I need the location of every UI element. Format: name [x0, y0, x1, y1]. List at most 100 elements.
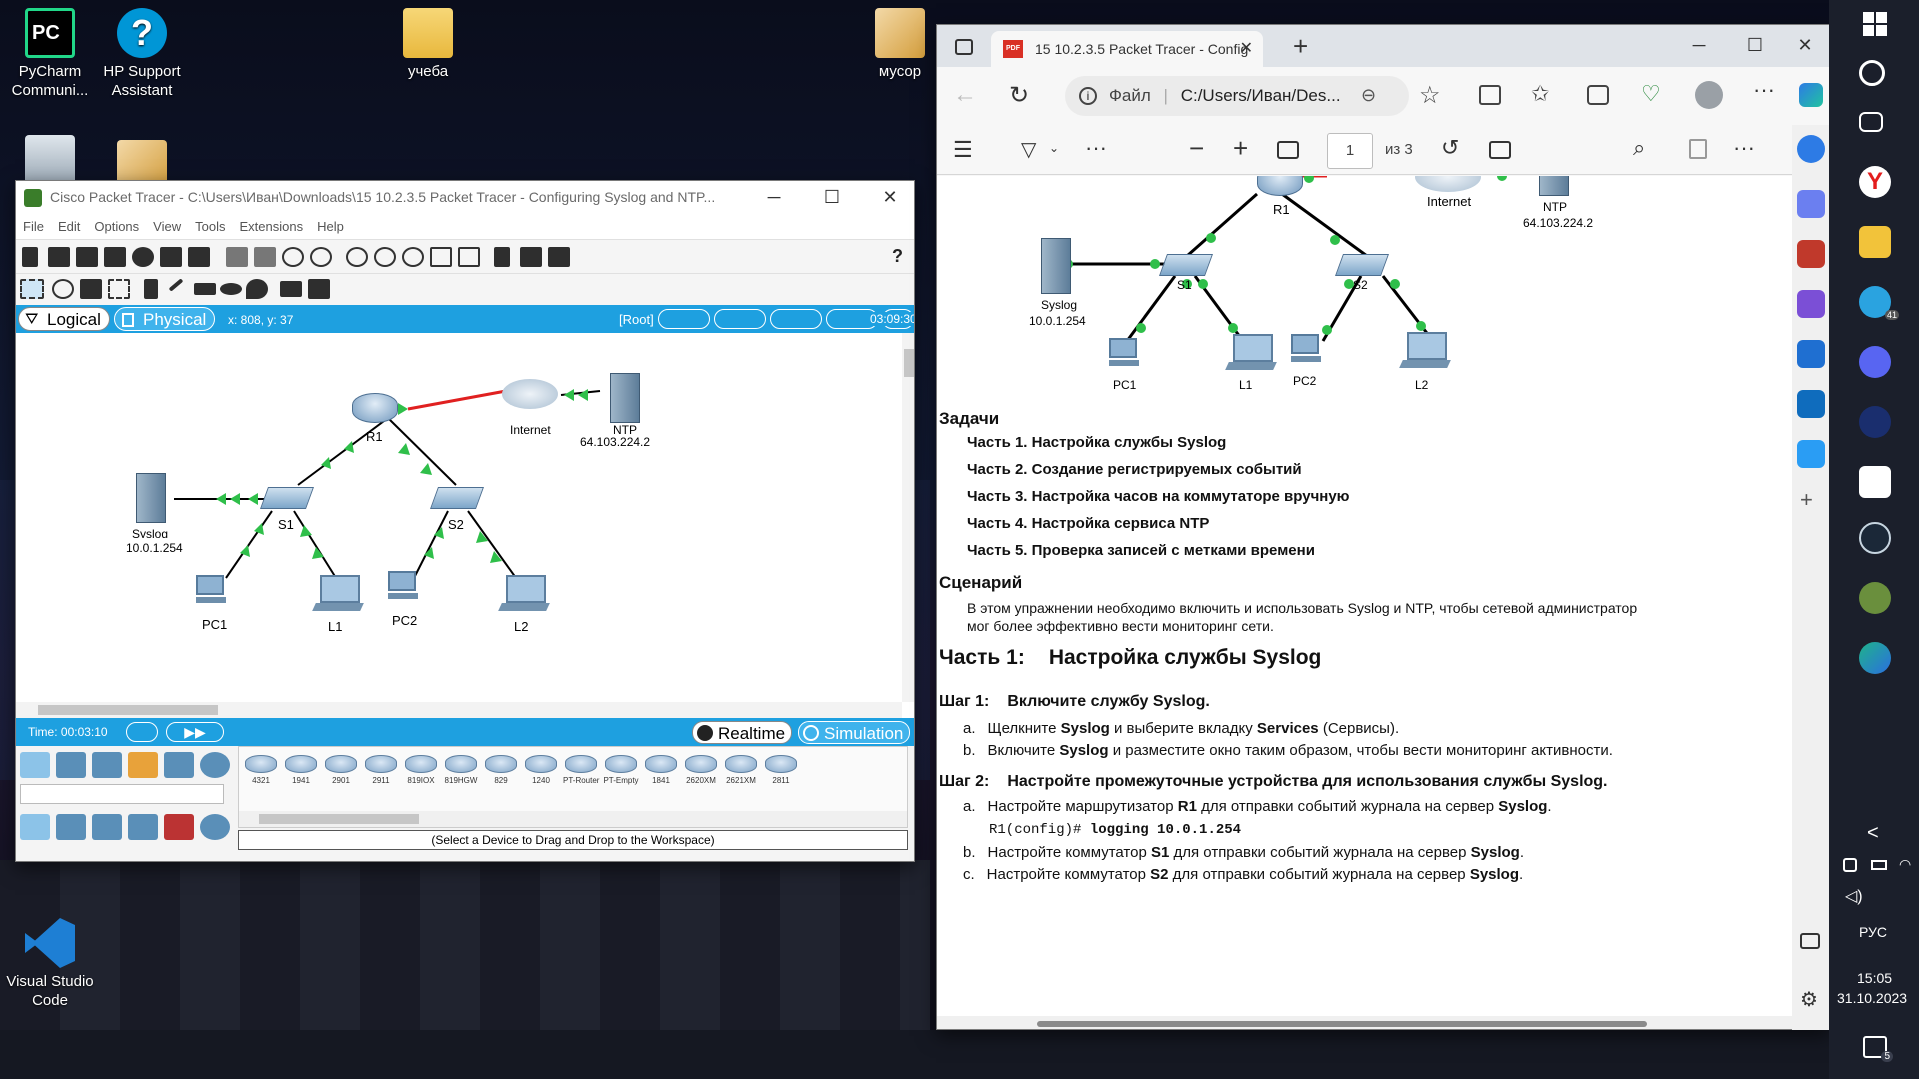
rectangle-icon[interactable] — [194, 283, 216, 295]
laptop-l1[interactable] — [312, 575, 364, 615]
settings-more-icon[interactable]: ··· — [1753, 77, 1775, 103]
laptop-l2[interactable] — [498, 575, 550, 615]
switches-subcategory-icon[interactable] — [56, 814, 86, 840]
device-model-4321[interactable]: 4321 — [243, 755, 279, 793]
redo-icon[interactable] — [310, 247, 332, 267]
internet-cloud[interactable] — [502, 379, 558, 409]
help-icon[interactable]: ? — [892, 246, 903, 267]
search-icon[interactable]: ⌕ — [1633, 135, 1645, 161]
wan-emulation-subcategory-icon[interactable] — [200, 814, 230, 840]
tab-simulation[interactable]: Simulation — [798, 721, 911, 744]
sidebar-m365-icon[interactable] — [1797, 340, 1825, 368]
tab-actions-icon[interactable] — [955, 39, 973, 55]
menu-help[interactable]: Help — [310, 215, 351, 234]
highlight-icon[interactable]: ▽ — [1021, 137, 1036, 162]
search-icon[interactable] — [1859, 60, 1885, 86]
desktop-icon-musor-folder[interactable]: мусор — [850, 8, 950, 81]
discord-icon[interactable] — [1859, 346, 1891, 378]
open-folder-icon[interactable] — [48, 247, 70, 267]
copy-icon[interactable] — [226, 247, 248, 267]
network-info-icon[interactable] — [188, 247, 210, 267]
hubs-subcategory-icon[interactable] — [92, 814, 122, 840]
tab-logical[interactable]: ⛛ Logical — [18, 307, 110, 331]
device-model-1240[interactable]: 1240 — [523, 755, 559, 793]
workspace-horizontal-scrollbar[interactable] — [16, 702, 902, 718]
pc-pc1[interactable] — [196, 575, 228, 605]
pdf-more-icon[interactable]: ··· — [1733, 135, 1755, 161]
close-button[interactable]: ✕ — [1777, 25, 1829, 65]
undo-icon[interactable] — [282, 247, 304, 267]
contents-list-icon[interactable]: ☰ — [953, 137, 973, 163]
close-button[interactable]: ✕ — [862, 181, 914, 217]
save-icon[interactable] — [76, 247, 98, 267]
place-note-icon[interactable] — [144, 279, 158, 299]
steam-icon[interactable] — [1859, 522, 1891, 554]
device-model-819iox[interactable]: 819IOX — [403, 755, 439, 793]
security-subcategory-icon[interactable] — [164, 814, 194, 840]
address-bar[interactable]: i Файл | C:/Users/Иван/Des... — [1065, 76, 1409, 116]
zoom-icon[interactable]: ⊖ — [1361, 85, 1376, 106]
page-view-icon[interactable] — [1489, 141, 1511, 159]
workspace-vertical-scrollbar[interactable] — [902, 333, 914, 702]
device-model-pt-router[interactable]: PT-Router — [563, 755, 599, 793]
minimize-button[interactable]: ─ — [746, 181, 802, 217]
info-icon[interactable]: i — [1079, 87, 1097, 105]
menu-tools[interactable]: Tools — [188, 215, 232, 234]
server-syslog[interactable] — [136, 473, 166, 523]
wireless-subcategory-icon[interactable] — [128, 814, 158, 840]
sidebar-tools-icon[interactable] — [1797, 190, 1825, 218]
draw-line-icon[interactable] — [168, 278, 184, 292]
desktop-icon-vscode[interactable]: Visual Studio Code — [0, 918, 100, 1010]
more-tools-icon[interactable]: ··· — [1085, 135, 1107, 161]
sidebar-drop-icon[interactable] — [1797, 440, 1825, 468]
scrollbar-thumb[interactable] — [259, 814, 419, 824]
device-model-2620xm[interactable]: 2620XM — [683, 755, 719, 793]
paste-icon[interactable] — [254, 247, 276, 267]
resize-shape-icon[interactable] — [108, 279, 130, 299]
new-tab-button[interactable]: + — [1293, 31, 1308, 62]
browser-essentials-icon[interactable]: ♡ — [1641, 81, 1661, 107]
menu-view[interactable]: View — [146, 215, 188, 234]
device-model-pt-empty[interactable]: PT-Empty — [603, 755, 639, 793]
scrollbar-thumb[interactable] — [1037, 1021, 1647, 1027]
browser-tab-pdf[interactable]: PDF 15 10.2.3.5 Packet Tracer - Config ✕ — [991, 31, 1263, 67]
profile-avatar[interactable] — [1695, 81, 1723, 109]
device-model-829[interactable]: 829 — [483, 755, 519, 793]
yandex-browser-icon[interactable]: Y — [1859, 166, 1891, 198]
fit-to-width-icon[interactable] — [1277, 141, 1299, 159]
favorites-icon[interactable]: ✩ — [1531, 81, 1549, 107]
menu-file[interactable]: File — [16, 215, 51, 234]
network-icon[interactable] — [1843, 858, 1857, 872]
zoom-in-button[interactable]: + — [1233, 133, 1248, 164]
sidebar-outlook-icon[interactable] — [1797, 390, 1825, 418]
device-model-2901[interactable]: 2901 — [323, 755, 359, 793]
multiuser-category-icon[interactable] — [200, 752, 230, 778]
scrollbar-thumb[interactable] — [38, 705, 218, 715]
new-cluster-button[interactable] — [714, 309, 766, 329]
ellipse-icon[interactable] — [220, 283, 242, 295]
switch-s1[interactable] — [259, 487, 315, 509]
inspect-icon[interactable] — [52, 279, 74, 299]
device-model-1841[interactable]: 1841 — [643, 755, 679, 793]
battery-icon[interactable] — [1871, 860, 1887, 870]
collections-icon[interactable] — [1587, 85, 1609, 105]
rotate-icon[interactable]: ↺ — [1441, 135, 1459, 161]
packet-tracer-taskbar-icon[interactable] — [1859, 582, 1891, 614]
fast-forward-button[interactable]: ▶▶ — [166, 722, 224, 742]
desktop-icon-ucheba-folder[interactable]: учеба — [378, 8, 478, 81]
sidebar-add-icon[interactable]: + — [1800, 487, 1813, 513]
task-view-icon[interactable] — [1859, 112, 1883, 132]
sidebar-shopping-icon[interactable] — [1797, 240, 1825, 268]
network-devices-category-icon[interactable] — [20, 752, 50, 778]
bot-app-icon[interactable] — [1859, 466, 1891, 498]
telegram-icon[interactable]: 41 — [1859, 286, 1899, 320]
clock-date[interactable]: 31.10.2023 — [1837, 990, 1907, 1006]
power-cycle-button[interactable] — [126, 722, 158, 742]
device-list-scrollbar[interactable] — [239, 811, 907, 827]
desktop-icon-pycharm[interactable]: PC PyCharm Communi... — [0, 8, 100, 100]
end-devices-category-icon[interactable] — [56, 752, 86, 778]
device-model-819hgw[interactable]: 819HGW — [443, 755, 479, 793]
notifications-icon[interactable]: 5 — [1863, 1036, 1893, 1062]
freeform-icon[interactable] — [246, 279, 268, 299]
refresh-icon[interactable]: ↻ — [1009, 81, 1029, 110]
